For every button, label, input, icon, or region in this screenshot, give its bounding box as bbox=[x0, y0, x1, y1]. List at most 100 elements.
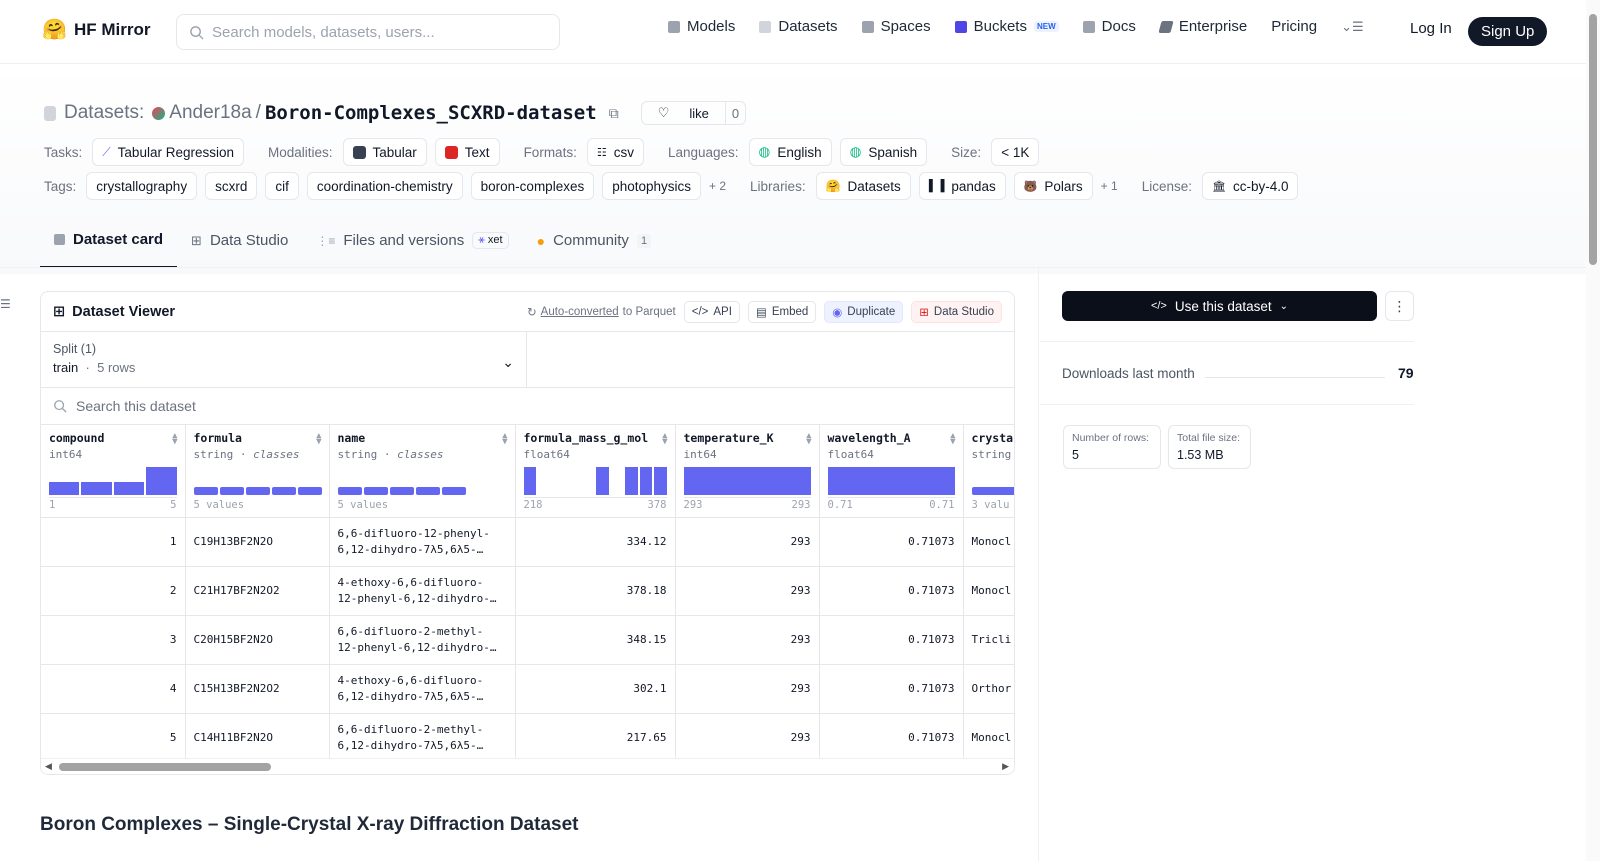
data-studio-button[interactable]: ⊞ Data Studio bbox=[911, 300, 1002, 323]
community-icon: ● bbox=[536, 232, 546, 249]
more-options-button[interactable]: ⋮ bbox=[1385, 291, 1414, 321]
brand-name: HF Mirror bbox=[74, 20, 151, 39]
task-chip[interactable]: ⟋ Tabular Regression bbox=[92, 138, 244, 166]
scrollbar-thumb[interactable] bbox=[1589, 14, 1597, 265]
table-row[interactable]: 3 C20H15BF2N2O 6,6-difluoro-2-methyl- 12-… bbox=[41, 615, 1014, 665]
tab-files-and-versions[interactable]: ⋮≡ Files and versions ⚹ xet bbox=[302, 227, 522, 268]
tags-more[interactable]: + 2 bbox=[709, 179, 726, 193]
nav-more-menu[interactable]: ⌄☰ bbox=[1341, 19, 1364, 35]
scrollbar-thumb[interactable] bbox=[59, 763, 271, 771]
tab-data-studio[interactable]: ⊞ Data Studio bbox=[177, 227, 302, 268]
modality-chip-text[interactable]: Text bbox=[434, 138, 500, 166]
nav-models[interactable]: Models bbox=[668, 18, 735, 35]
vertical-scrollbar[interactable] bbox=[1586, 0, 1600, 861]
like-count: 0 bbox=[724, 102, 745, 124]
table-container: compound int64 ▲ ▼ 15 formula string · cl… bbox=[41, 425, 1014, 759]
size-chip[interactable]: < 1K bbox=[991, 138, 1040, 166]
column-header[interactable]: wavelength_A float64 ▲ ▼ 0.71 0.71 bbox=[819, 425, 964, 518]
nav-buckets[interactable]: Buckets NEW bbox=[954, 18, 1059, 35]
histogram bbox=[827, 467, 955, 495]
modality-chip-tabular[interactable]: Tabular bbox=[342, 138, 427, 166]
library-chip-polars[interactable]: 🐻 Polars bbox=[1013, 172, 1093, 200]
tag-chip[interactable]: photophysics bbox=[602, 172, 702, 200]
viewer-title: ⊞ Dataset Viewer bbox=[53, 303, 176, 320]
globe-icon: ◍ bbox=[849, 144, 862, 159]
dataset-card-heading: Boron Complexes – Single-Crystal X-ray D… bbox=[40, 814, 579, 835]
refresh-icon: ↻ bbox=[527, 306, 537, 319]
format-chip-csv[interactable]: ☷ csv bbox=[586, 138, 644, 166]
csv-icon: ☷ bbox=[596, 146, 607, 159]
viewer-header: ⊞ Dataset Viewer ↻ Auto-converted to Parque… bbox=[41, 292, 1014, 332]
sort-icon[interactable]: ▲ ▼ bbox=[662, 432, 667, 447]
embed-button[interactable]: ▤ Embed bbox=[747, 300, 817, 323]
language-chip-spanish[interactable]: ◍ Spanish bbox=[839, 138, 928, 166]
scroll-right-icon[interactable]: ▶ bbox=[1002, 761, 1009, 772]
column-header[interactable]: name string · classes ▲ ▼ 5 values bbox=[329, 425, 516, 518]
brand-logo[interactable]: 🤗 HF Mirror bbox=[42, 18, 151, 42]
signup-button[interactable]: Sign Up bbox=[1468, 17, 1548, 46]
duplicate-button[interactable]: ◉ Duplicate bbox=[824, 300, 904, 323]
column-header[interactable]: formula string · classes ▲ ▼ 5 values bbox=[185, 425, 330, 518]
nav-docs[interactable]: Docs bbox=[1082, 18, 1136, 35]
class-distribution bbox=[337, 487, 466, 495]
dataset-search-input[interactable]: Search this dataset bbox=[41, 388, 1014, 425]
column-header[interactable]: formula_mass_g_mol float64 ▲ ▼ 218 378 bbox=[515, 425, 676, 518]
tag-chip[interactable]: boron-complexes bbox=[470, 172, 595, 200]
table-icon: ⊞ bbox=[191, 232, 202, 248]
header-row: compound int64 ▲ ▼ 15 formula string · cl… bbox=[41, 425, 1014, 518]
api-button[interactable]: </> API bbox=[683, 300, 740, 323]
column-header[interactable]: temperature_K int64 ▲ ▼ 293 293 bbox=[675, 425, 820, 518]
table-row[interactable]: 2 C21H17BF2N2O2 4-ethoxy-6,6-difluoro- 12… bbox=[41, 566, 1014, 616]
tag-chip[interactable]: scxrd bbox=[205, 172, 258, 200]
language-chip-english[interactable]: ◍ English bbox=[748, 138, 832, 166]
like-button[interactable]: ♡ like 0 bbox=[640, 101, 747, 125]
sort-icon[interactable]: ▲ ▼ bbox=[316, 432, 321, 447]
embed-icon: ▤ bbox=[755, 306, 767, 319]
kebab-icon: ⋮ bbox=[1392, 297, 1407, 314]
library-chip-pandas[interactable]: ▌▐ pandas bbox=[918, 172, 1006, 200]
sort-icon[interactable]: ▲ ▼ bbox=[172, 432, 177, 447]
license-chip[interactable]: 🏛 cc-by-4.0 bbox=[1201, 172, 1299, 200]
login-link[interactable]: Log In bbox=[1410, 20, 1452, 37]
column-header[interactable]: compound int64 ▲ ▼ 15 bbox=[41, 425, 186, 518]
tab-community[interactable]: ● Community 1 bbox=[523, 227, 665, 268]
tag-chip[interactable]: cif bbox=[265, 172, 299, 200]
chart-line-icon: ⟋ bbox=[102, 144, 111, 159]
libraries-more[interactable]: + 1 bbox=[1101, 179, 1118, 193]
sort-icon[interactable]: ▲ ▼ bbox=[502, 432, 507, 447]
sort-icon[interactable]: ▲ ▼ bbox=[806, 432, 811, 447]
horizontal-scrollbar[interactable]: ◀ ▶ bbox=[41, 758, 1014, 774]
breadcrumb-owner[interactable]: Ander18a bbox=[169, 102, 251, 124]
column-header[interactable]: crysta string 3 valu bbox=[963, 425, 1014, 518]
nav-spaces[interactable]: Spaces bbox=[861, 18, 931, 35]
library-chip-datasets[interactable]: 🤗 Datasets bbox=[815, 172, 911, 200]
table-row[interactable]: 5 C14H11BF2N2O 6,6-difluoro-2-methyl- 6,1… bbox=[41, 713, 1014, 759]
code-icon: </> bbox=[691, 305, 709, 318]
datasets-icon bbox=[759, 20, 772, 33]
sort-icon[interactable]: ▲ ▼ bbox=[950, 432, 955, 447]
scroll-left-icon[interactable]: ◀ bbox=[45, 761, 52, 772]
breadcrumb-separator: / bbox=[255, 102, 261, 123]
nav-datasets[interactable]: Datasets bbox=[759, 18, 838, 35]
breadcrumb-section[interactable]: Datasets: bbox=[64, 102, 144, 124]
nav-pricing[interactable]: Pricing bbox=[1271, 18, 1317, 35]
copy-icon[interactable]: ⧉ bbox=[609, 105, 619, 122]
table-row[interactable]: 1 C19H13BF2N2O 6,6-difluoro-12-phenyl- 6,… bbox=[41, 517, 1014, 567]
tag-chip[interactable]: crystallography bbox=[86, 172, 198, 200]
global-search-input[interactable]: Search models, datasets, users... bbox=[176, 14, 560, 50]
split-name: train bbox=[53, 360, 79, 375]
tab-dataset-card[interactable]: Dataset card bbox=[40, 227, 178, 268]
histogram bbox=[49, 467, 177, 495]
nav-enterprise[interactable]: Enterprise bbox=[1158, 18, 1247, 35]
meta-row-tags: Tags: crystallography scxrd cif coordina… bbox=[44, 172, 1299, 200]
dataset-name[interactable]: Boron-Complexes_SCXRD-dataset bbox=[265, 102, 597, 124]
search-icon bbox=[190, 25, 204, 40]
tag-chip[interactable]: coordination-chemistry bbox=[306, 172, 463, 200]
table-row[interactable]: 4 C15H13BF2N2O2 4-ethoxy-6,6-difluoro- 6,… bbox=[41, 664, 1014, 714]
toc-toggle-icon[interactable]: ☰ bbox=[0, 297, 11, 311]
split-selector[interactable]: Split (1) train · 5 rows ⌄ bbox=[41, 332, 527, 387]
buckets-icon bbox=[954, 20, 967, 33]
rows-stat: Number of rows: 5 bbox=[1063, 425, 1161, 469]
use-this-dataset-button[interactable]: </> Use this dataset ⌄ bbox=[1062, 291, 1377, 321]
menu-icon: ⌄☰ bbox=[1341, 18, 1364, 34]
